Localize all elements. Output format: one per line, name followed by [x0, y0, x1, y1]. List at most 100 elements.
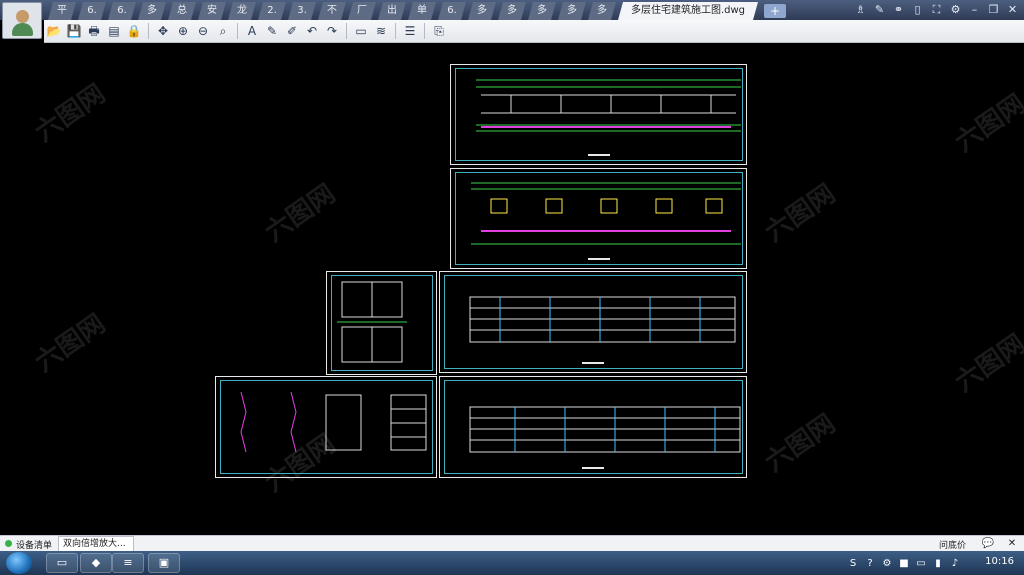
highlight-icon[interactable]: ✐ — [283, 22, 301, 40]
sheet-caption — [587, 154, 610, 156]
unit-plan-sheet[interactable] — [450, 168, 747, 269]
file-tab[interactable]: 6. — [78, 2, 106, 20]
cad-viewer-taskbar-button[interactable]: ▣ — [148, 553, 180, 573]
file-tabs: 平 6. 6. 多 总 安 龙 2. 3. 不 厂 出 单 6. 多 多 多 多… — [48, 2, 786, 20]
detail-plan-sheet[interactable] — [326, 271, 437, 375]
file-tab[interactable]: 多 — [528, 2, 556, 20]
drawing-canvas[interactable]: 六图网 六图网 六图网 六图网 六图网 六图网 六图网 六图网 — [0, 43, 1024, 535]
toolbar: 📂 💾 🖶 ▤ 🔒 ✥ ⊕ ⊖ ⌕ A ✎ ✐ ↶ ↷ ▭ ≋ ☰ ⎘ — [44, 20, 1024, 43]
file-tab[interactable]: 单 — [408, 2, 436, 20]
avatar-body — [12, 23, 33, 36]
clock[interactable]: 10:16 — [985, 556, 1014, 567]
file-tab[interactable]: 2. — [258, 2, 286, 20]
close-icon[interactable]: ✕ — [1002, 536, 1022, 551]
file-tab[interactable]: 多 — [138, 2, 166, 20]
toolbar-separator — [346, 23, 347, 39]
watermark: 六图网 — [259, 178, 341, 249]
title-bar: 平 6. 6. 多 总 安 龙 2. 3. 不 厂 出 单 6. 多 多 多 多… — [0, 0, 1024, 20]
status-indicator-icon — [5, 540, 12, 547]
system-tray: S ? ⚙ ■ ▭ ▮ ♪ — [846, 554, 962, 572]
watermark: 六图网 — [759, 178, 841, 249]
file-tab[interactable]: 龙 — [228, 2, 256, 20]
file-tab[interactable]: 出 — [378, 2, 406, 20]
file-tab[interactable]: 多 — [498, 2, 526, 20]
monitor-icon[interactable]: ▭ — [914, 558, 928, 569]
file-tab[interactable]: 6. — [438, 2, 466, 20]
explorer-taskbar-button[interactable]: ▭ — [46, 553, 78, 573]
file-tab[interactable]: 平 — [48, 2, 76, 20]
watermark: 六图网 — [949, 88, 1024, 159]
sheet-caption — [582, 467, 604, 469]
elevation-sheet[interactable] — [439, 271, 747, 373]
watermark: 六图网 — [29, 78, 111, 149]
file-tab[interactable]: 3. — [288, 2, 316, 20]
watermark: 六图网 — [759, 408, 841, 479]
file-tab[interactable]: 多 — [588, 2, 616, 20]
watermark: 六图网 — [29, 308, 111, 379]
active-file-tab[interactable]: 多层住宅建筑施工图.dwg — [618, 2, 758, 20]
start-button[interactable] — [6, 552, 32, 574]
file-tab[interactable]: 不 — [318, 2, 346, 20]
detail-plan-drawing — [337, 281, 407, 363]
zoom-window-icon[interactable]: ⌕ — [214, 22, 232, 40]
pan-icon[interactable]: ✥ — [154, 22, 172, 40]
device-list-label[interactable]: 设备清单 — [16, 538, 52, 551]
pdf-icon[interactable]: ▤ — [105, 22, 123, 40]
user-avatar[interactable] — [2, 2, 42, 39]
toolbar-separator — [148, 23, 149, 39]
toolbar-separator — [395, 23, 396, 39]
undo-icon[interactable]: ↶ — [303, 22, 321, 40]
file-tab[interactable]: 6. — [108, 2, 136, 20]
security-icon[interactable]: ■ — [897, 558, 911, 569]
new-tab-button[interactable]: + — [764, 4, 786, 18]
redo-icon[interactable]: ↷ — [323, 22, 341, 40]
zoom-in-icon[interactable]: ⊕ — [174, 22, 192, 40]
pencil-icon[interactable]: ✎ — [263, 22, 281, 40]
maximize-button[interactable]: ❐ — [986, 2, 1001, 18]
floor-plan-sheet[interactable] — [450, 64, 747, 165]
help-icon[interactable]: ? — [863, 558, 877, 569]
link-icon[interactable]: ⚭ — [891, 2, 906, 18]
taskbar: ▭ ◆ ≡ ▣ S ? ⚙ ■ ▭ ▮ ♪ 10:16 — [0, 551, 1024, 575]
phone-icon[interactable]: ▯ — [910, 2, 925, 18]
minimize-button[interactable]: – — [967, 2, 982, 18]
file-tab[interactable]: 多 — [558, 2, 586, 20]
save-icon[interactable]: 💾 — [65, 22, 83, 40]
layers-icon[interactable]: ☰ — [401, 22, 419, 40]
dimension-icon[interactable]: ≋ — [372, 22, 390, 40]
open-icon[interactable]: 📂 — [45, 22, 63, 40]
users-icon[interactable]: ♗ — [853, 2, 868, 18]
print-icon[interactable]: 🖶 — [85, 22, 103, 40]
export-icon[interactable]: ⎘ — [430, 22, 448, 40]
status-bar: 设备清单 双向倍增放大... 问底价 💬 ✕ — [0, 535, 1024, 553]
file-tab[interactable]: 总 — [168, 2, 196, 20]
close-button[interactable]: ✕ — [1005, 2, 1020, 18]
rear-elevation-drawing — [469, 406, 741, 453]
chat-icon[interactable]: 💬 — [978, 536, 998, 551]
lock-icon[interactable]: 🔒 — [125, 22, 143, 40]
measure-icon[interactable]: ▭ — [352, 22, 370, 40]
text-icon[interactable]: A — [243, 22, 261, 40]
window-controls: ♗ ✎ ⚭ ▯ ⛶ ⚙ – ❐ ✕ — [853, 2, 1020, 18]
fullscreen-icon[interactable]: ⛶ — [929, 2, 944, 18]
input-method-icon[interactable]: S — [846, 558, 860, 569]
app-taskbar-button[interactable]: ◆ — [80, 553, 112, 573]
sheet-caption — [587, 258, 610, 260]
edit-icon[interactable]: ✎ — [872, 2, 887, 18]
section-drawing — [240, 391, 427, 453]
section-sheet[interactable] — [215, 376, 437, 478]
rear-elevation-sheet[interactable] — [439, 376, 747, 478]
file-tab[interactable]: 安 — [198, 2, 226, 20]
settings-icon[interactable]: ⚙ — [948, 2, 963, 18]
file-tab[interactable]: 厂 — [348, 2, 376, 20]
zoom-out-icon[interactable]: ⊖ — [194, 22, 212, 40]
sheet-caption — [582, 362, 604, 364]
archive-taskbar-button[interactable]: ≡ — [112, 553, 144, 573]
file-tab[interactable]: 多 — [468, 2, 496, 20]
settings-tray-icon[interactable]: ⚙ — [880, 558, 894, 569]
network-icon[interactable]: ▮ — [931, 558, 945, 569]
status-actions: 💬 ✕ — [978, 536, 1022, 551]
volume-icon[interactable]: ♪ — [948, 558, 962, 569]
price-inquiry-link[interactable]: 问底价 — [939, 538, 966, 551]
toolbar-separator — [424, 23, 425, 39]
